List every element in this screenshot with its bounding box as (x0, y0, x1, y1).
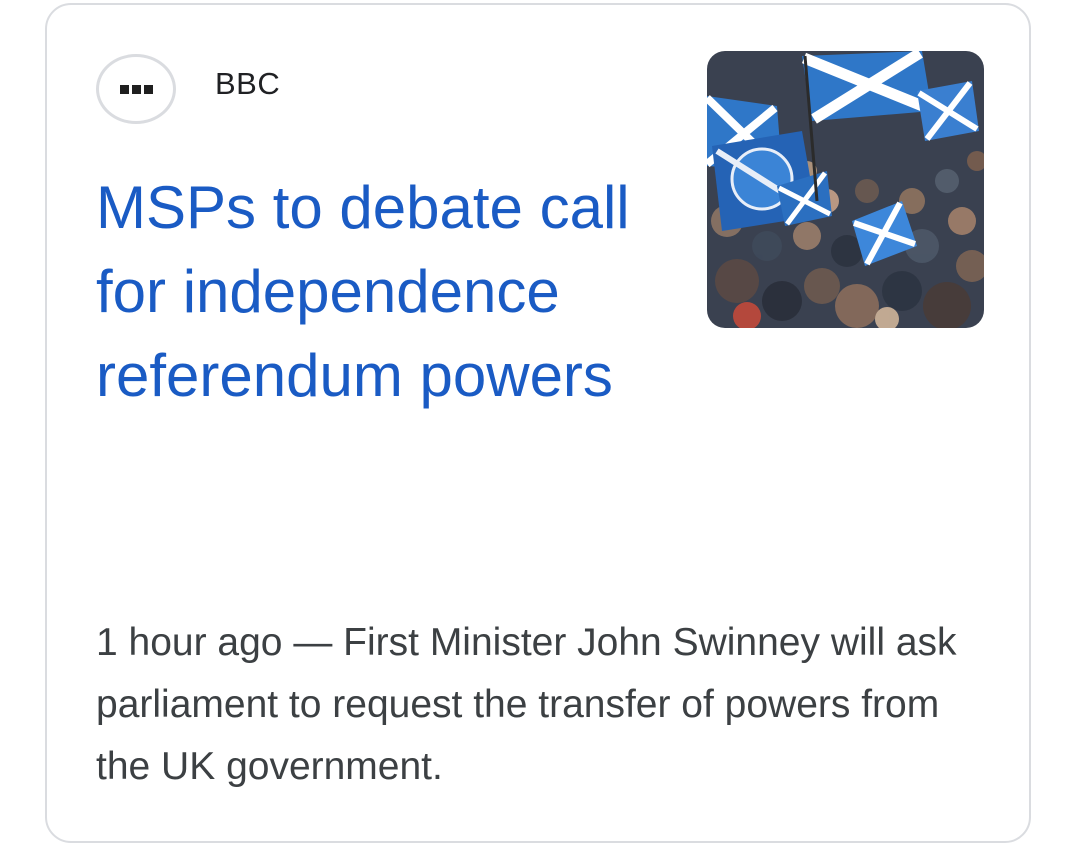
bbc-logo-icon (96, 54, 176, 124)
headline-link[interactable]: MSPs to debate call for independence ref… (96, 166, 656, 418)
separator: — (282, 621, 344, 664)
logo-block (143, 84, 153, 94)
logo-block (119, 84, 129, 94)
timestamp: 1 hour ago (96, 621, 283, 664)
article-snippet: 1 hour ago — First Minister John Swinney… (96, 612, 976, 798)
logo-block (131, 84, 141, 94)
article-thumbnail[interactable] (707, 51, 984, 328)
crowd-with-saltire-flags-image (707, 51, 984, 328)
source-name: BBC (215, 66, 281, 101)
